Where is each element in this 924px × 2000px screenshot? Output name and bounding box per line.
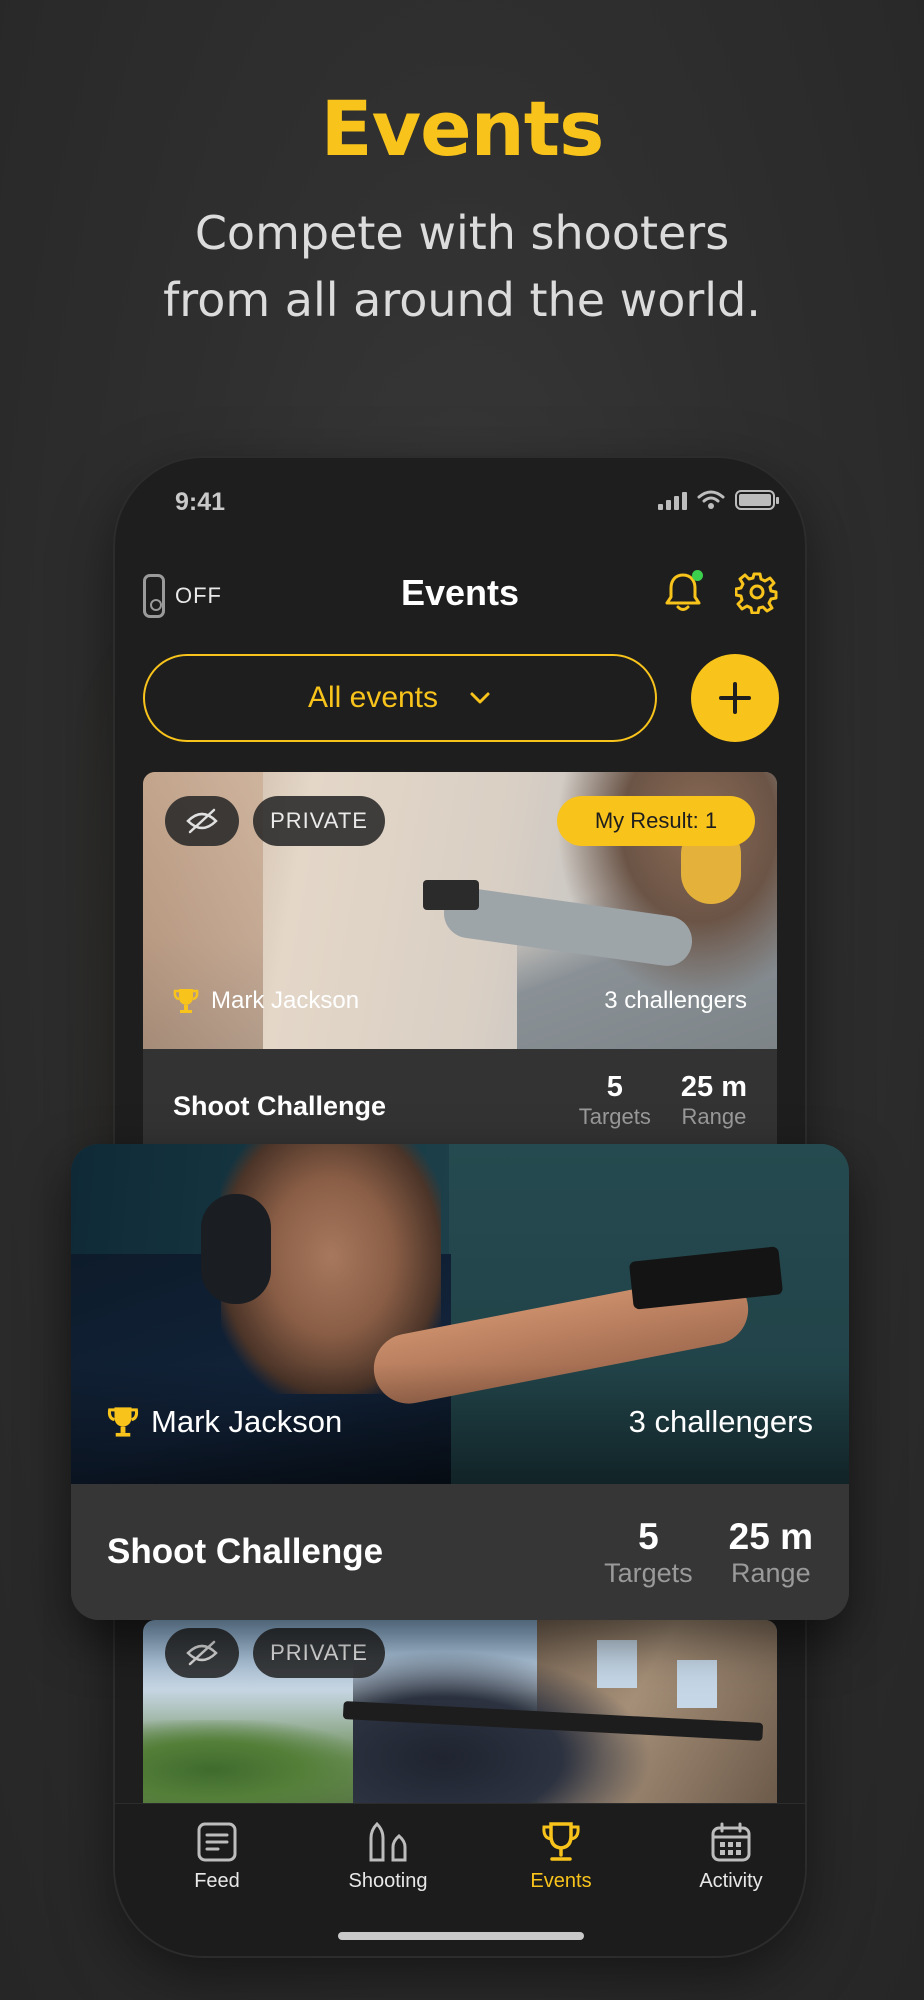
calendar-icon (711, 1822, 751, 1862)
range-label: Range (681, 1104, 747, 1129)
targets-value: 5 (638, 1515, 659, 1557)
private-badge: PRIVATE (253, 796, 385, 846)
chevron-down-icon (470, 692, 490, 704)
eye-off-icon (186, 808, 218, 834)
event-info: Shoot Challenge 5 Targets 25 m Range (71, 1484, 849, 1620)
challengers-count: 3 challengers (628, 1404, 813, 1439)
winner-name: Mark Jackson (151, 1404, 343, 1439)
featured-event-card[interactable]: Mark Jackson 3 challengers Shoot Challen… (71, 1144, 849, 1620)
trophy-icon (173, 989, 199, 1013)
home-indicator (338, 1932, 584, 1940)
status-time: 9:41 (175, 488, 226, 516)
filter-row: All events (143, 654, 779, 744)
eye-off-icon (186, 1640, 218, 1666)
my-result-badge: My Result: 1 (557, 796, 755, 846)
event-stats: 5 Targets 25 m Range (579, 1071, 747, 1130)
event-title: Shoot Challenge (173, 1091, 387, 1121)
event-photo: Mark Jackson 3 challengers (71, 1144, 849, 1484)
notification-dot (692, 570, 703, 581)
targets-value: 5 (606, 1071, 623, 1103)
trophy-icon (542, 1822, 580, 1861)
trophy-icon (107, 1407, 139, 1437)
event-title: Shoot Challenge (107, 1532, 384, 1571)
tab-feed[interactable]: Feed (152, 1818, 282, 1893)
plus-icon (719, 682, 751, 714)
event-stats: 5 Targets 25 m Range (604, 1516, 813, 1589)
challengers-count: 3 challengers (604, 987, 747, 1014)
feed-icon (197, 1822, 237, 1862)
tab-events[interactable]: Events (496, 1818, 626, 1893)
event-photo: PRIVATE My Result: 1 Mark Jackson 3 chal… (143, 772, 777, 1049)
tab-shooting[interactable]: Shooting (323, 1818, 453, 1893)
range-value: 25 m (680, 1071, 747, 1103)
photo-footer: Mark Jackson 3 challengers (107, 1404, 813, 1440)
photo-footer: Mark Jackson 3 challengers (173, 987, 747, 1015)
event-filter-dropdown[interactable]: All events (143, 654, 657, 742)
targets-stat: 5 Targets (579, 1071, 651, 1130)
battery-icon (735, 490, 779, 510)
status-icons (658, 490, 779, 510)
winner: Mark Jackson (173, 987, 359, 1015)
hero-subtitle: Compete with shooters from all around th… (163, 206, 761, 327)
add-event-button[interactable] (691, 654, 779, 742)
tab-label: Shooting (348, 1870, 428, 1892)
winner-name: Mark Jackson (211, 987, 360, 1014)
notifications-button[interactable] (661, 570, 705, 614)
range-value: 25 m (728, 1515, 813, 1557)
tab-label: Events (530, 1870, 592, 1892)
range-stat: 25 m Range (729, 1516, 813, 1589)
event-card[interactable]: PRIVATE My Result: 1 Mark Jackson 3 chal… (143, 772, 777, 1192)
tab-label: Feed (194, 1870, 240, 1892)
targets-stat: 5 Targets (604, 1516, 693, 1589)
range-stat: 25 m Range (681, 1071, 747, 1130)
event-card[interactable]: PRIVATE (143, 1620, 777, 1820)
gear-icon[interactable] (735, 570, 779, 614)
nav-bar: OFF Events (115, 556, 805, 636)
bullets-icon (369, 1821, 407, 1862)
range-label: Range (731, 1557, 811, 1588)
targets-label: Targets (604, 1557, 693, 1588)
wifi-icon (697, 490, 725, 509)
hero-title: Events (320, 84, 605, 173)
targets-label: Targets (578, 1104, 651, 1129)
hidden-badge (165, 1628, 239, 1678)
cellular-signal-icon (658, 490, 687, 510)
event-filter-value: All events (307, 681, 439, 714)
tab-label: Activity (699, 1870, 763, 1892)
winner: Mark Jackson (107, 1404, 342, 1440)
event-photo: PRIVATE (143, 1620, 777, 1820)
tab-activity[interactable]: Activity (666, 1818, 796, 1893)
hidden-badge (165, 796, 239, 846)
private-badge: PRIVATE (253, 1628, 385, 1678)
nav-actions (661, 570, 779, 614)
